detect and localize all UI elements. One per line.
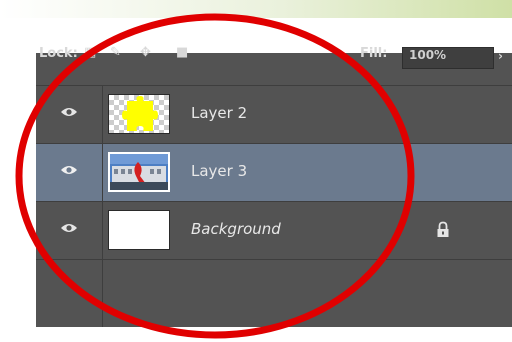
layer-thumbnail[interactable]	[108, 94, 170, 134]
empty-layers-area	[36, 259, 512, 327]
layer-thumbnail[interactable]	[108, 152, 170, 192]
eye-icon[interactable]	[60, 106, 78, 118]
lock-icon	[437, 221, 449, 237]
lock-all-icon[interactable]: ■	[176, 45, 188, 60]
lock-label: Lock:	[39, 46, 78, 61]
layer-name: Background	[191, 220, 281, 238]
puzzle-piece-image	[122, 96, 158, 131]
eye-icon[interactable]	[60, 164, 78, 176]
building-photo-image	[110, 154, 168, 190]
layer-row-background[interactable]: Background	[36, 201, 512, 260]
layer-thumbnail[interactable]	[108, 210, 170, 250]
visibility-column	[36, 202, 103, 260]
top-band	[0, 0, 512, 18]
fill-dropdown-icon[interactable]: ›	[498, 49, 503, 63]
eye-icon[interactable]	[60, 222, 78, 234]
lock-bar: Lock: ▦ ✎ ✥ ■ Fill: 100% ›	[36, 45, 512, 85]
visibility-column	[36, 86, 103, 144]
lock-position-icon[interactable]: ✥	[140, 45, 151, 60]
fill-input[interactable]: 100%	[402, 47, 494, 69]
visibility-column	[36, 260, 103, 327]
layer-name: Layer 3	[191, 162, 248, 180]
layer-name: Layer 2	[191, 104, 248, 122]
lock-transparent-pixels-icon[interactable]: ▦	[84, 45, 96, 60]
layer-row-layer-3[interactable]: Layer 3	[36, 143, 512, 202]
lock-image-pixels-icon[interactable]: ✎	[110, 45, 121, 60]
fill-label: Fill:	[360, 46, 388, 61]
layers-panel: Lock: ▦ ✎ ✥ ■ Fill: 100% › Layer 2 Layer…	[36, 45, 512, 327]
layer-row-layer-2[interactable]: Layer 2	[36, 85, 512, 144]
visibility-column	[36, 144, 103, 202]
